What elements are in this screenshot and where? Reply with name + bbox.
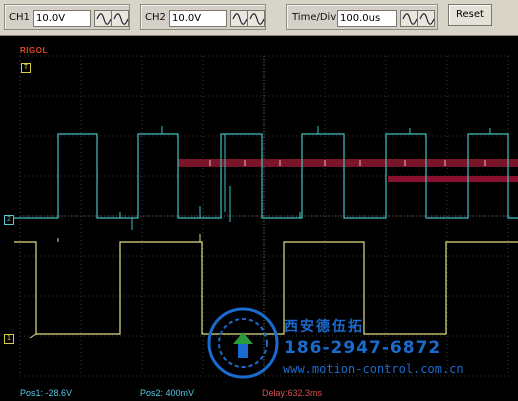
ch1-group: CH1 10.0V xyxy=(4,4,130,30)
ch2-ground-marker[interactable]: 2 xyxy=(4,215,14,225)
timediv-increase-button[interactable] xyxy=(400,10,418,27)
delay-readout: Delay:632.3ms xyxy=(262,388,323,398)
sine-wave-icon xyxy=(419,13,435,25)
watermark-logo xyxy=(207,307,279,379)
timediv-decrease-button[interactable] xyxy=(417,10,435,27)
pos2-readout: Pos2: 400mV xyxy=(140,388,195,398)
brand-logo: RIGOL xyxy=(20,46,48,55)
ch1-ground-marker[interactable]: 1 xyxy=(4,334,14,344)
ch1-dc-coupling-button[interactable] xyxy=(111,10,129,27)
sine-wave-icon xyxy=(96,13,112,25)
ch1-label: CH1 xyxy=(9,12,30,23)
ch1-volts-input[interactable]: 10.0V xyxy=(33,10,91,27)
ch2-group: CH2 10.0V xyxy=(140,4,266,30)
scope-toolbar: CH1 10.0V CH2 10.0V Time/Div 100.0us Res… xyxy=(0,0,518,36)
reset-button[interactable]: Reset xyxy=(448,4,492,26)
timediv-group: Time/Div 100.0us xyxy=(286,4,438,30)
ch2-label: CH2 xyxy=(145,12,166,23)
ch2-dc-coupling-button[interactable] xyxy=(247,10,265,27)
timediv-label: Time/Div xyxy=(292,12,337,23)
watermark-company: 西安德伍拓 xyxy=(284,319,364,335)
ch2-ac-coupling-button[interactable] xyxy=(230,10,248,27)
ch2-volts-input[interactable]: 10.0V xyxy=(169,10,227,27)
sine-wave-icon xyxy=(113,13,129,25)
trigger-marker[interactable]: T xyxy=(21,63,31,73)
ch1-ac-coupling-button[interactable] xyxy=(94,10,112,27)
timediv-input[interactable]: 100.0us xyxy=(337,10,397,27)
decode-bar-lower xyxy=(388,176,518,182)
sine-wave-icon xyxy=(249,13,265,25)
sine-wave-icon xyxy=(232,13,248,25)
sine-wave-icon xyxy=(402,13,418,25)
scope-display: RIGOL T 2 1 西安德伍拓 186-2947-6872 www.moti… xyxy=(0,36,518,401)
watermark-url: www.motion-control.com.cn xyxy=(283,362,464,376)
ch1-overshoot xyxy=(29,234,201,339)
decode-bar-upper xyxy=(178,159,518,167)
status-bar: Pos1: -28.6V Pos2: 400mV Delay:632.3ms xyxy=(0,386,518,401)
pos1-readout: Pos1: -28.6V xyxy=(20,388,73,398)
watermark-phone: 186-2947-6872 xyxy=(284,338,442,358)
